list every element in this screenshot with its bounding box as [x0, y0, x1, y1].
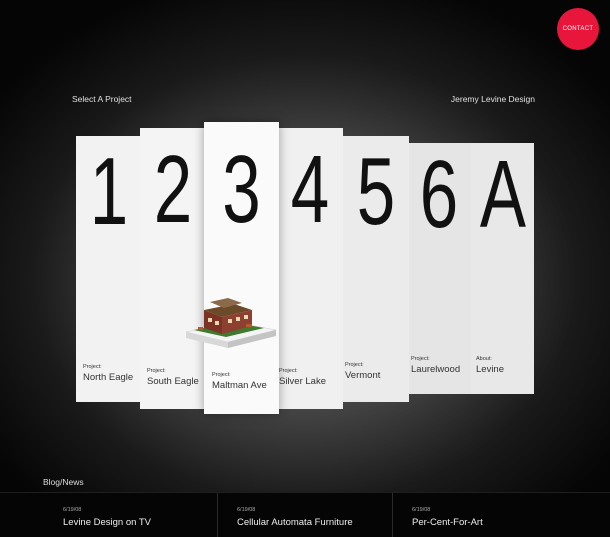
news-item[interactable]: 6/19/08 Levine Design on TV — [63, 493, 218, 537]
project-card-north-eagle[interactable]: 1 Project: North Eagle — [76, 136, 142, 402]
card-number: 4 — [290, 136, 330, 243]
card-number: 1 — [89, 138, 129, 245]
news-date: 6/19/08 — [63, 507, 82, 513]
select-project-label: Select A Project — [72, 94, 132, 104]
card-name: Laurelwood — [411, 364, 461, 375]
card-name: North Eagle — [83, 372, 134, 383]
house-model-image — [185, 298, 277, 348]
card-caption: Project: — [279, 368, 298, 374]
card-name: Silver Lake — [279, 376, 326, 387]
project-card-south-eagle[interactable]: 2 Project: South Eagle — [140, 128, 206, 409]
card-number: 6 — [419, 143, 459, 248]
card-caption: Project: — [83, 364, 102, 370]
card-caption: About: — [476, 356, 492, 362]
card-caption: Project: — [411, 356, 430, 362]
project-card-maltman-ave[interactable]: 3 Project: Maltman Ave — [204, 122, 279, 414]
card-caption: Project: — [212, 372, 231, 378]
news-date: 6/19/08 — [412, 507, 431, 513]
card-name: Vermont — [345, 370, 381, 381]
card-number: 5 — [356, 138, 396, 245]
card-caption: Project: — [345, 362, 364, 368]
card-name: Maltman Ave — [212, 380, 267, 391]
news-date: 6/19/08 — [237, 507, 256, 513]
card-letter: A — [479, 143, 526, 248]
news-strip: 6/19/08 Levine Design on TV 6/19/08 Cell… — [0, 492, 610, 537]
blog-news-title: Blog/News — [43, 477, 84, 487]
news-headline-link[interactable]: Per-Cent-For-Art — [412, 517, 483, 528]
card-number: 3 — [222, 136, 261, 243]
project-card-silver-lake[interactable]: 4 Project: Silver Lake — [277, 128, 343, 409]
card-number: 2 — [153, 136, 193, 243]
contact-button[interactable]: CONTACT — [557, 8, 599, 50]
news-item[interactable]: 6/19/08 Cellular Automata Furniture — [237, 493, 393, 537]
card-name: Levine — [476, 364, 504, 375]
news-headline-link[interactable]: Cellular Automata Furniture — [237, 517, 353, 528]
about-card-levine[interactable]: A About: Levine — [471, 143, 534, 394]
project-card-laurelwood[interactable]: 6 Project: Laurelwood — [407, 143, 471, 394]
card-name: South Eagle — [147, 376, 199, 387]
card-caption: Project: — [147, 368, 166, 374]
news-item[interactable]: 6/19/08 Per-Cent-For-Art — [412, 493, 602, 537]
news-headline-link[interactable]: Levine Design on TV — [63, 517, 151, 528]
project-card-vermont[interactable]: 5 Project: Vermont — [343, 136, 409, 402]
studio-name: Jeremy Levine Design — [450, 94, 535, 104]
